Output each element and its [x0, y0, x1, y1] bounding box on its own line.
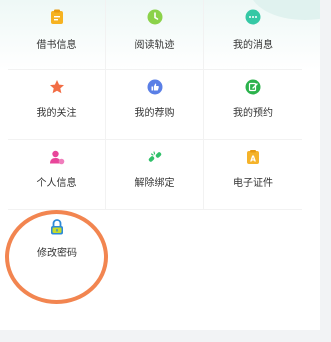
menu-card: 借书信息 阅读轨迹 我的消息 我的关注 我的荐购 我的预约 个人信息 解除绑定 … — [0, 0, 320, 330]
lock-icon — [48, 218, 66, 236]
menu-item-label: 电子证件 — [233, 178, 273, 189]
menu-item-e-id[interactable]: A 电子证件 — [204, 140, 302, 210]
menu-item-borrow-info[interactable]: 借书信息 — [8, 0, 106, 70]
menu-row-4: 修改密码 — [8, 210, 304, 280]
star-icon — [48, 78, 66, 96]
edit-icon — [244, 78, 262, 96]
unlink-icon — [146, 148, 164, 166]
menu-item-my-messages[interactable]: 我的消息 — [204, 0, 302, 70]
menu-item-reading-history[interactable]: 阅读轨迹 — [106, 0, 204, 70]
thumbs-up-icon — [146, 78, 164, 96]
menu-item-label: 个人信息 — [36, 178, 77, 189]
svg-text:A: A — [250, 154, 256, 163]
page-edge — [320, 0, 331, 342]
menu-item-label: 阅读轨迹 — [134, 40, 175, 51]
menu-item-label: 我的关注 — [36, 108, 77, 119]
menu-item-unbind[interactable]: 解除绑定 — [106, 140, 204, 210]
user-icon — [48, 148, 66, 166]
menu-item-change-password[interactable]: 修改密码 — [8, 210, 106, 280]
menu-item-label: 我的荐购 — [134, 108, 175, 119]
menu-item-my-follows[interactable]: 我的关注 — [8, 70, 106, 140]
menu-item-label: 解除绑定 — [134, 178, 175, 189]
menu-grid: 借书信息 阅读轨迹 我的消息 我的关注 我的荐购 我的预约 个人信息 解除绑定 … — [8, 0, 304, 280]
menu-row-2: 我的关注 我的荐购 我的预约 — [8, 70, 304, 140]
menu-item-my-recommendations[interactable]: 我的荐购 — [106, 70, 204, 140]
id-card-icon: A — [244, 148, 262, 166]
menu-row-1: 借书信息 阅读轨迹 我的消息 — [8, 0, 304, 70]
menu-item-label: 修改密码 — [37, 248, 77, 259]
menu-row-3: 个人信息 解除绑定 A 电子证件 — [8, 140, 304, 210]
clipboard-icon — [48, 8, 66, 26]
menu-item-my-reservations[interactable]: 我的预约 — [204, 70, 302, 140]
menu-item-label: 借书信息 — [36, 40, 77, 51]
menu-item-label: 我的预约 — [233, 108, 273, 119]
chat-icon — [244, 8, 262, 26]
menu-item-personal-info[interactable]: 个人信息 — [8, 140, 106, 210]
menu-item-label: 我的消息 — [233, 40, 273, 51]
clock-icon — [146, 8, 164, 26]
